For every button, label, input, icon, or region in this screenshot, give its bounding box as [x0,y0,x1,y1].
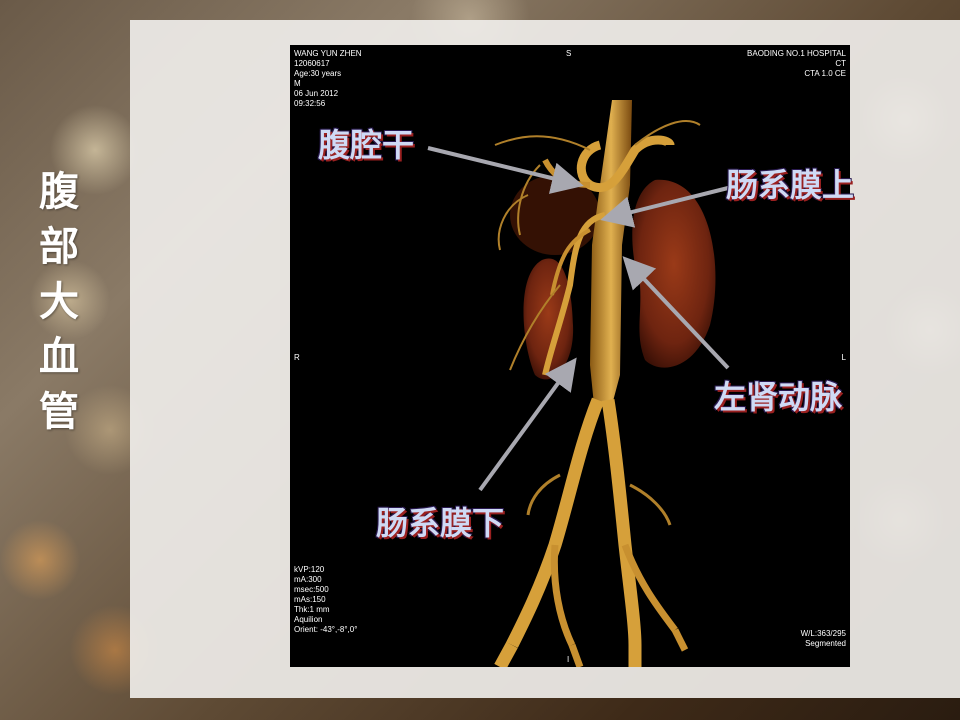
patient-name: WANG YUN ZHEN [294,49,362,58]
orientation-right: R [294,353,300,362]
study-date: 06 Jun 2012 [294,89,339,98]
param-kvp: kVP:120 [294,565,325,574]
param-thickness: Thk:1 mm [294,605,330,614]
study-time: 09:32:56 [294,99,326,108]
hospital-info: BAODING NO.1 HOSPITAL CT CTA 1.0 CE [747,49,846,79]
param-scanner: Aquilion [294,615,323,624]
protocol: CTA 1.0 CE [804,69,846,78]
label-celiac-trunk: 腹腔干 [318,126,415,164]
label-left-renal-artery: 左肾动脉 [714,378,843,416]
window-level: W/L:363/295 [800,629,846,638]
param-mas: mAs:150 [294,595,326,604]
modality: CT [835,59,846,68]
patient-sex: M [294,79,301,88]
slide-title: 腹部大血管 [39,169,79,435]
orientation-superior: S [566,49,572,58]
patient-age: Age:30 years [294,69,342,78]
label-superior-mesenteric: 肠系膜上 [726,166,855,204]
window-info: W/L:363/295 Segmented [801,629,846,649]
hospital-name: BAODING NO.1 HOSPITAL [747,49,846,58]
segmented-label: Segmented [805,639,846,648]
label-inferior-mesenteric: 肠系膜下 [376,504,505,542]
param-orient: Orient: -43°,-8°,0° [294,625,358,634]
patient-info: WANG YUN ZHEN 12060617 Age:30 years M 06… [294,49,362,109]
orientation-left: L [841,353,846,362]
param-ma: mA:300 [294,575,322,584]
scan-parameters: kVP:120 mA:300 msec:500 mAs:150 Thk:1 mm… [294,565,357,635]
patient-id: 12060617 [294,59,330,68]
orientation-inferior: I [567,655,570,664]
param-msec: msec:500 [294,585,329,594]
